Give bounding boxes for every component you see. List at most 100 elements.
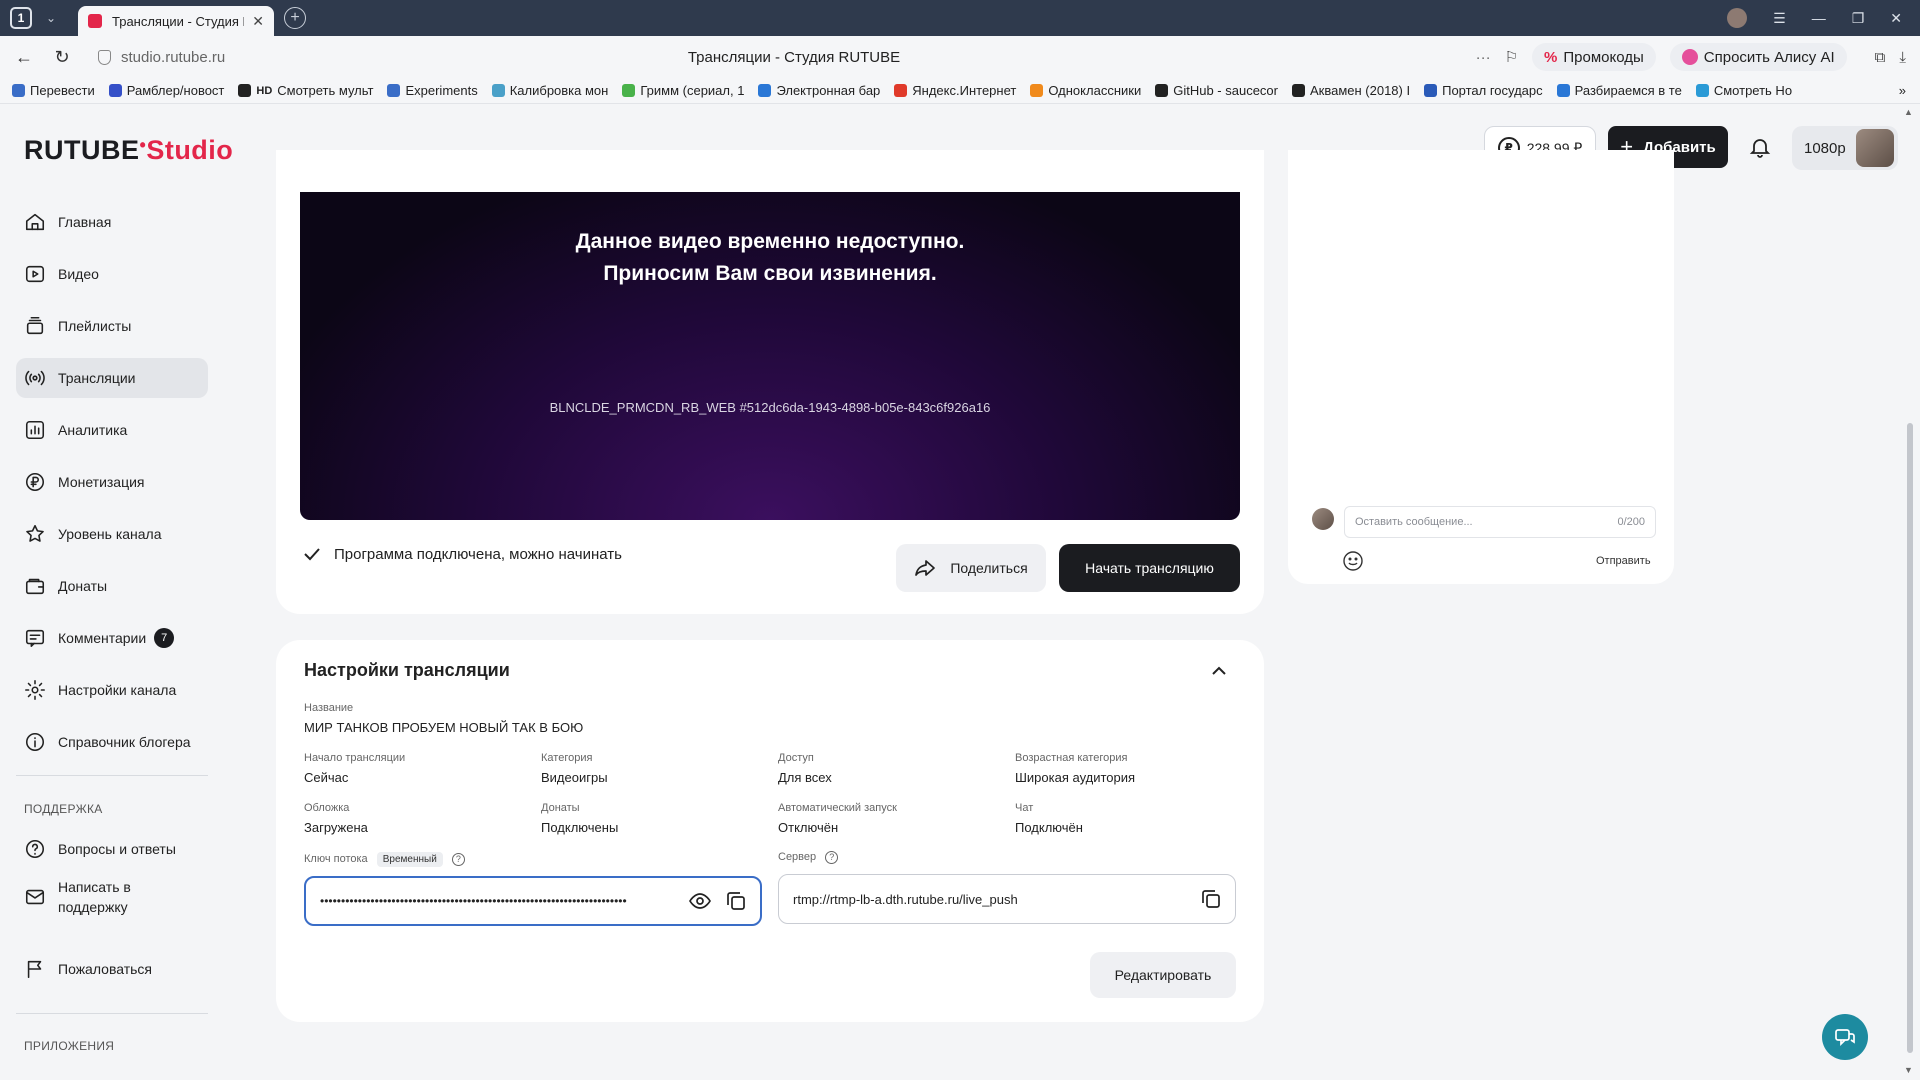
eye-icon[interactable]	[688, 889, 712, 913]
download-icon[interactable]: ⤓	[1899, 49, 1906, 66]
quality-avatar-button[interactable]: 1080p	[1792, 126, 1898, 170]
scroll-down-icon[interactable]: ▼	[1904, 1065, 1913, 1075]
chat-char-counter: 0/200	[1617, 516, 1645, 528]
alice-button[interactable]: Спросить Алису AI	[1669, 43, 1847, 71]
tab-list-chevron-icon[interactable]: ⌄	[40, 11, 62, 25]
emoji-icon[interactable]	[1342, 550, 1364, 572]
chat-send-button[interactable]: Отправить	[1596, 555, 1651, 567]
copy-icon[interactable]	[724, 889, 748, 913]
bookmark-item[interactable]: Одноклассники	[1030, 83, 1141, 98]
share-button[interactable]: Поделиться	[896, 544, 1046, 592]
chat-placeholder: Оставить сообщение...	[1355, 516, 1473, 528]
comments-count-badge: 7	[154, 628, 175, 648]
url-field[interactable]: studio.rutube.ru	[98, 49, 225, 66]
bookmark-label: Разбираемся в те	[1574, 83, 1682, 98]
bookmark-item[interactable]: Гримм (сериал, 1	[622, 83, 744, 98]
sidebar-item-question[interactable]: Вопросы и ответы	[16, 829, 208, 869]
bookmark-label: Experiments	[405, 83, 478, 98]
bookmark-icon[interactable]: ⚐	[1505, 48, 1518, 66]
bookmark-item[interactable]: Электронная бар	[758, 83, 880, 98]
sidebar-item-playlist[interactable]: Плейлисты	[16, 306, 208, 346]
setting-label: Возрастная категория	[1015, 752, 1128, 764]
question-icon	[25, 839, 45, 859]
bookmark-favicon-icon	[108, 84, 122, 97]
more-icon[interactable]: ···	[1476, 49, 1491, 66]
bookmark-item[interactable]: Калибровка мон	[491, 83, 608, 98]
scroll-up-icon[interactable]: ▲	[1904, 107, 1913, 117]
minimize-icon[interactable]: —	[1812, 10, 1826, 26]
chat-message-input[interactable]: Оставить сообщение... 0/200	[1344, 506, 1656, 538]
restore-icon[interactable]: ❐	[1852, 10, 1865, 27]
sidebar-item-star[interactable]: Уровень канала	[16, 514, 208, 554]
server-input[interactable]: rtmp://rtmp-lb-a.dth.rutube.ru/live_push	[778, 874, 1236, 924]
bookmark-item[interactable]: Яндекс.Интернет	[894, 83, 1016, 98]
scroll-thumb[interactable]	[1907, 423, 1913, 1053]
sidebar-item-analytics[interactable]: Аналитика	[16, 410, 208, 450]
sidebar-item-video[interactable]: Видео	[16, 254, 208, 294]
bookmark-item[interactable]: Рамблер/новост	[108, 83, 224, 98]
sidebar-item-gear[interactable]: Настройки канала	[16, 670, 208, 710]
start-broadcast-button[interactable]: Начать трансляцию	[1059, 544, 1240, 592]
sidebar-item-wallet[interactable]: Донаты	[16, 566, 208, 606]
alice-label: Спросить Алису AI	[1703, 48, 1835, 66]
bookmark-item[interactable]: GitHub - saucecor	[1155, 83, 1278, 98]
bookmark-item[interactable]: Experiments	[387, 83, 478, 98]
tab-counter[interactable]: 1	[10, 7, 32, 29]
page-scrollbar[interactable]: ▲ ▼	[1900, 105, 1920, 1080]
help-icon[interactable]: ?	[825, 851, 839, 864]
support-section-title: ПОДДЕРЖКА	[24, 802, 103, 816]
promo-button[interactable]: % Промокоды	[1532, 43, 1656, 71]
profile-avatar[interactable]	[1727, 8, 1748, 28]
share-icon	[915, 560, 936, 576]
copy-icon[interactable]	[1199, 887, 1223, 911]
bookmark-item[interactable]: Аквамен (2018) I	[1291, 83, 1410, 98]
bookmark-label: Смотреть Но	[1713, 83, 1793, 98]
stream-key-label: Ключ потока	[304, 853, 368, 865]
playlist-icon	[26, 316, 44, 335]
sidebar-item-info[interactable]: Справочник блогера	[16, 722, 208, 762]
edit-button[interactable]: Редактировать	[1090, 952, 1236, 998]
new-tab-icon[interactable]: +	[284, 7, 306, 29]
tab-close-icon[interactable]: ✕	[252, 13, 264, 30]
chevron-up-icon[interactable]	[1210, 662, 1228, 680]
bookmark-item[interactable]: Разбираемся в те	[1556, 83, 1682, 98]
video-player[interactable]: Данное видео временно недоступно. Принос…	[300, 192, 1240, 520]
help-icon[interactable]: ?	[451, 853, 465, 866]
bookmark-favicon-icon	[12, 84, 25, 97]
support-chat-button[interactable]	[1822, 1014, 1868, 1060]
bell-icon[interactable]	[1748, 135, 1772, 159]
bookmark-item[interactable]: Портал государс	[1424, 83, 1543, 98]
setting-label: Начало трансляции	[304, 752, 406, 764]
bookmark-item[interactable]: Перевести	[12, 83, 95, 98]
back-icon[interactable]: ←	[10, 47, 38, 68]
setting-label: Автоматический запуск	[778, 802, 897, 814]
close-window-icon[interactable]: ✕	[1890, 10, 1902, 27]
sidebar-item-comment[interactable]: Комментарии 7	[16, 618, 208, 658]
bookmark-favicon-icon	[491, 84, 505, 97]
setting-value: Широкая аудитория	[1015, 770, 1136, 785]
reload-icon[interactable]: ↻	[48, 47, 76, 68]
sidebar-item-home[interactable]: Главная	[16, 202, 208, 242]
bookmark-favicon-icon	[758, 84, 772, 97]
bookmark-favicon-icon	[622, 84, 636, 97]
stream-key-input[interactable]: ••••••••••••••••••••••••••••••••••••••••…	[304, 876, 762, 926]
connection-status: Программа подключена, можно начинать	[302, 544, 622, 564]
sidebar-item-mail[interactable]: Написать в поддержку	[16, 873, 208, 921]
alice-icon	[1681, 49, 1698, 65]
menu-icon[interactable]: ☰	[1773, 10, 1786, 27]
sidebar-item-broadcast[interactable]: Трансляции	[16, 358, 208, 398]
browser-tab-active[interactable]: Трансляции - Студия R ✕	[78, 6, 274, 36]
setting-label: Донаты	[541, 802, 580, 814]
collections-icon[interactable]: ⧉	[1875, 49, 1886, 66]
bookmark-item[interactable]: HD Смотреть мульт	[238, 83, 373, 98]
setting-value: Отключён	[778, 820, 839, 835]
sidebar-item-label: Пожаловаться	[58, 961, 153, 977]
sidebar-item-ruble[interactable]: Монетизация	[16, 462, 208, 502]
rutube-studio-logo[interactable]: RUTUBE•Studio	[24, 135, 233, 166]
bookmark-item[interactable]: Смотреть Но	[1695, 83, 1793, 98]
bookmarks-overflow-icon[interactable]: »	[1899, 83, 1920, 98]
sidebar-item-flag[interactable]: Пожаловаться	[16, 949, 208, 989]
percent-icon: %	[1544, 48, 1558, 66]
rutube-favicon-icon	[88, 14, 102, 28]
bookmark-favicon-icon	[1155, 84, 1169, 97]
